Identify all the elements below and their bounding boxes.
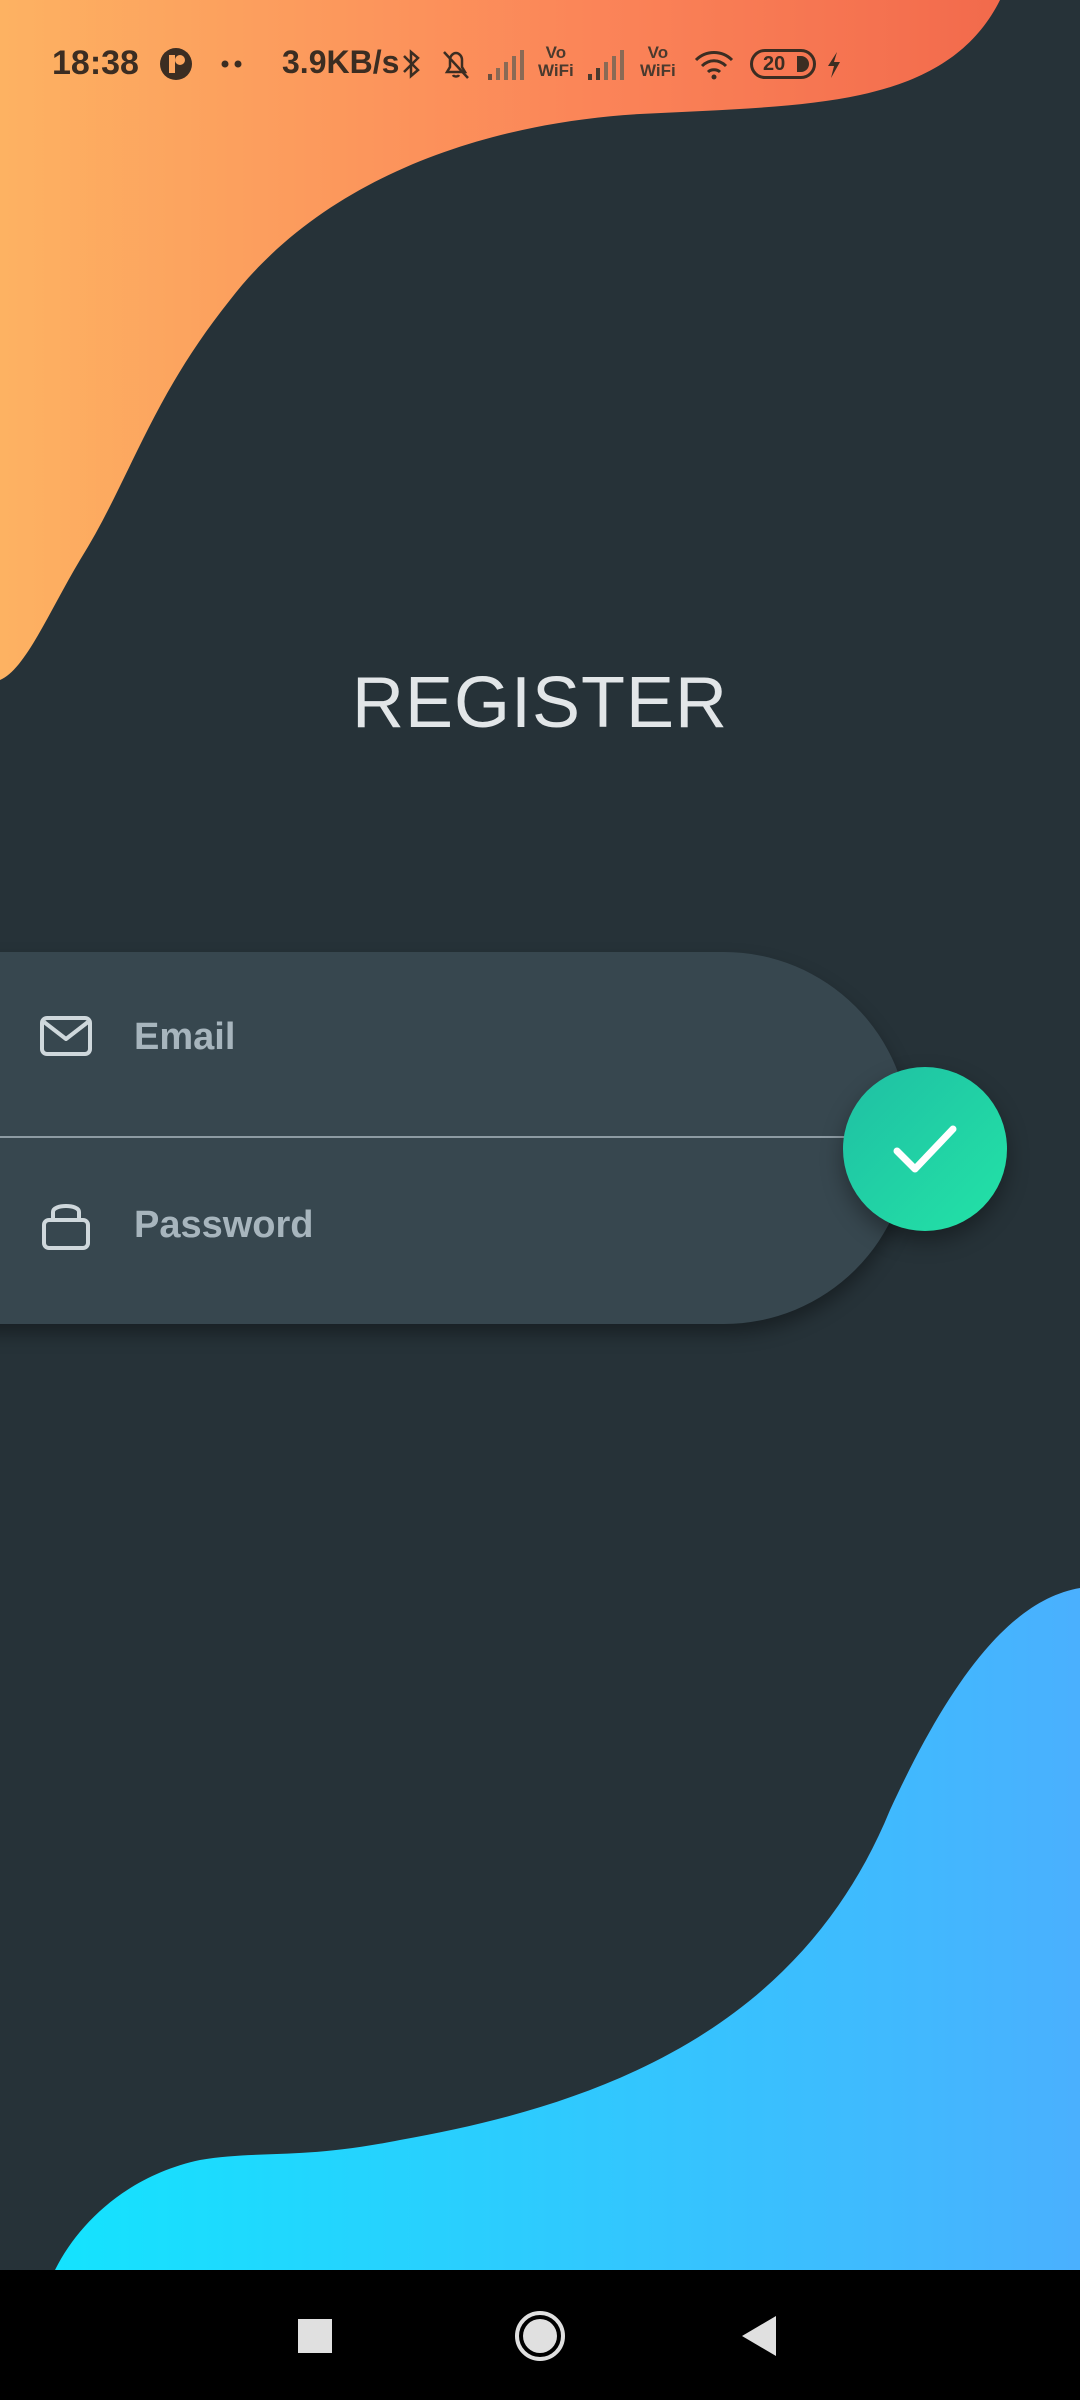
net-speed: 3.9KB/s <box>282 44 400 80</box>
recents-button[interactable] <box>279 2300 351 2372</box>
battery-indicator: 20 <box>750 49 816 79</box>
email-input[interactable] <box>132 996 776 1078</box>
back-button[interactable] <box>724 2300 796 2372</box>
field-divider <box>0 1136 860 1138</box>
signal-icon <box>488 50 524 80</box>
bell-muted-icon <box>443 51 469 79</box>
charging-icon <box>828 52 840 78</box>
home-circle-icon <box>515 2311 565 2361</box>
home-button[interactable] <box>504 2300 576 2372</box>
mail-icon <box>40 1016 92 1056</box>
app-notification-icon <box>160 48 192 80</box>
lock-icon <box>42 1204 90 1250</box>
submit-button[interactable] <box>843 1067 1007 1231</box>
password-input[interactable] <box>132 1184 776 1266</box>
register-screen: 18:38 3.9KB/s Vo WiFi Vo WiFi 20 REGISTE… <box>0 0 1080 2400</box>
recents-square-icon <box>298 2319 332 2353</box>
status-time: 18:38 <box>52 44 139 82</box>
check-icon <box>893 1125 957 1173</box>
page-title: REGISTER <box>351 663 729 743</box>
vowifi-indicator-2: Vo WiFi <box>640 43 676 80</box>
status-bar: 18:38 3.9KB/s Vo WiFi Vo WiFi 20 <box>0 0 1080 94</box>
bluetooth-icon <box>403 49 420 79</box>
navigation-bar <box>0 2270 1080 2400</box>
more-dots-icon <box>221 60 242 68</box>
wifi-icon <box>694 51 734 80</box>
back-triangle-icon <box>742 2316 776 2356</box>
signal-icon <box>588 50 624 80</box>
vowifi-indicator-1: Vo WiFi <box>538 43 574 80</box>
